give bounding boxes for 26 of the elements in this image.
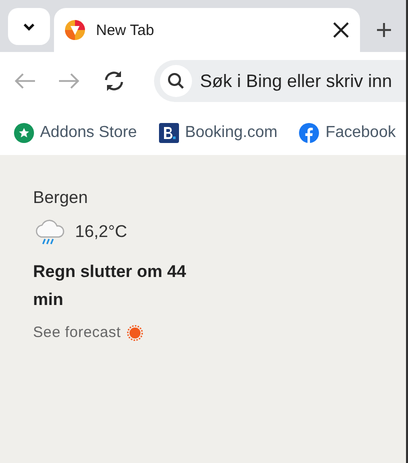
forecast-link[interactable]: See forecast <box>33 324 121 341</box>
tab-title: New Tab <box>96 22 156 38</box>
browser-tab[interactable]: New Tab <box>54 8 360 52</box>
browser-logo-icon <box>64 19 86 41</box>
weather-summary: Regn slutter om 44 min <box>33 261 188 311</box>
bookmark-link[interactable]: Addons Store <box>14 122 137 142</box>
bookmark-link[interactable]: Facebook <box>299 122 396 142</box>
address-bar[interactable]: Søk i Bing eller skriv inn <box>154 60 406 102</box>
booking-logo-icon <box>158 122 179 142</box>
bookmark-label: Booking.com <box>184 124 278 142</box>
close-tab-button[interactable] <box>332 21 350 39</box>
rain-cloud-icon <box>33 218 67 246</box>
bookmark-label: Addons Store <box>40 124 137 142</box>
bookmark-link[interactable]: Booking.com <box>158 122 278 142</box>
search-field[interactable]: Søk i Bing eller skriv inn <box>200 70 406 92</box>
facebook-logo-icon <box>299 122 320 142</box>
tab-list-button[interactable] <box>8 8 50 45</box>
chevron-down-icon <box>23 22 35 30</box>
city-name: Bergen <box>33 188 89 208</box>
sun-icon <box>126 324 143 340</box>
star-badge-icon <box>14 122 34 142</box>
bookmark-label: Facebook <box>325 124 396 142</box>
search-icon <box>167 72 185 90</box>
new-tab-button[interactable] <box>376 22 392 38</box>
reload-button[interactable] <box>102 69 126 93</box>
temperature: 16,2°C <box>75 222 128 242</box>
